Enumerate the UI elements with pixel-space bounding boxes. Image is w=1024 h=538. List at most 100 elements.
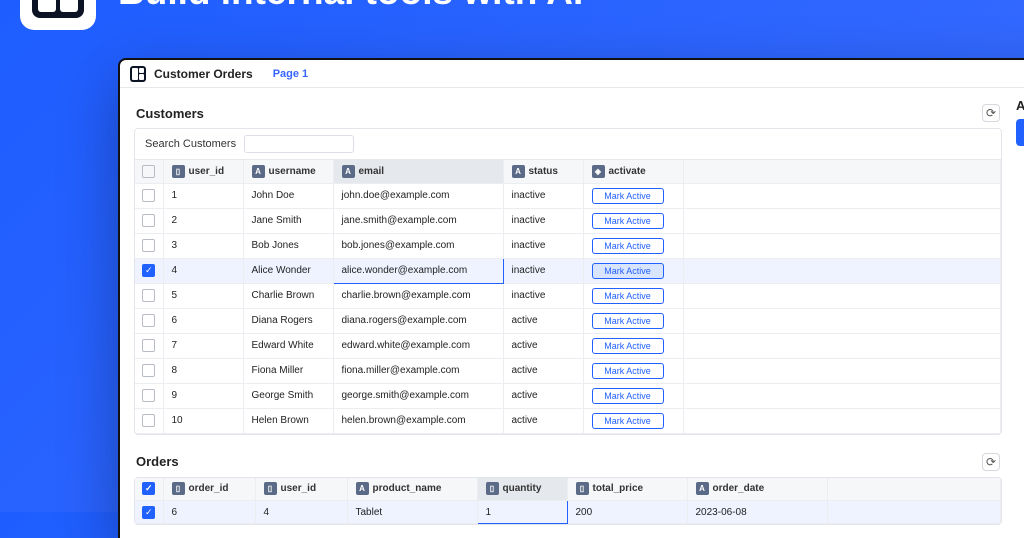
page-link[interactable]: Page 1 (273, 68, 308, 80)
order-id-header[interactable]: order_id (189, 483, 229, 494)
cell-status[interactable]: inactive (503, 183, 583, 208)
user-id-header[interactable]: user_id (189, 166, 225, 177)
table-row[interactable]: 5Charlie Browncharlie.brown@example.comi… (135, 283, 1001, 308)
cell-user-id[interactable]: 7 (163, 333, 243, 358)
mark-active-button[interactable]: Mark Active (592, 413, 664, 429)
cell-email[interactable]: alice.wonder@example.com (333, 258, 503, 283)
select-all-checkbox[interactable] (142, 165, 155, 178)
mark-active-button[interactable]: Mark Active (592, 263, 664, 279)
cell-status[interactable]: active (503, 383, 583, 408)
row-checkbox[interactable]: ✓ (142, 264, 155, 277)
row-checkbox[interactable] (142, 214, 155, 227)
mark-active-button[interactable]: Mark Active (592, 388, 664, 404)
cell-user-id[interactable]: 10 (163, 408, 243, 433)
cell-email[interactable]: helen.brown@example.com (333, 408, 503, 433)
cell-email[interactable]: charlie.brown@example.com (333, 283, 503, 308)
quantity-header[interactable]: quantity (503, 483, 542, 494)
row-checkbox[interactable] (142, 414, 155, 427)
table-row[interactable]: ✓ 64Tablet12002023-06-08 (135, 501, 1001, 524)
email-header[interactable]: email (359, 166, 385, 177)
row-checkbox[interactable] (142, 314, 155, 327)
cell-username[interactable]: Edward White (243, 333, 333, 358)
cell-user-id[interactable]: 4 (255, 501, 347, 524)
cell-email[interactable]: fiona.miller@example.com (333, 358, 503, 383)
cell-status[interactable]: active (503, 333, 583, 358)
cell-username[interactable]: Jane Smith (243, 208, 333, 233)
cell-status[interactable]: active (503, 308, 583, 333)
cell-username[interactable]: George Smith (243, 383, 333, 408)
cell-product-name[interactable]: Tablet (347, 501, 477, 524)
total-price-header[interactable]: total_price (593, 483, 644, 494)
refresh-orders-button[interactable]: ⟳ (982, 453, 1000, 471)
cell-user-id[interactable]: 1 (163, 183, 243, 208)
cell-status[interactable]: inactive (503, 233, 583, 258)
cell-username[interactable]: Helen Brown (243, 408, 333, 433)
refresh-customers-button[interactable]: ⟳ (982, 104, 1000, 122)
cell-email[interactable]: bob.jones@example.com (333, 233, 503, 258)
send-orders-button[interactable]: Send Orders (1016, 119, 1024, 146)
cell-username[interactable]: Fiona Miller (243, 358, 333, 383)
mark-active-button[interactable]: Mark Active (592, 363, 664, 379)
cell-user-id[interactable]: 4 (163, 258, 243, 283)
order-date-header[interactable]: order_date (713, 483, 765, 494)
mark-active-button[interactable]: Mark Active (592, 213, 664, 229)
cell-email[interactable]: edward.white@example.com (333, 333, 503, 358)
select-all-orders-checkbox[interactable]: ✓ (142, 482, 155, 495)
username-header[interactable]: username (269, 166, 316, 177)
row-checkbox[interactable] (142, 289, 155, 302)
cell-user-id[interactable]: 8 (163, 358, 243, 383)
row-checkbox[interactable] (142, 339, 155, 352)
table-row[interactable]: 2Jane Smithjane.smith@example.cominactiv… (135, 208, 1001, 233)
cell-total-price[interactable]: 200 (567, 501, 687, 524)
cell-status[interactable]: inactive (503, 283, 583, 308)
table-row[interactable]: 7Edward Whiteedward.white@example.comact… (135, 333, 1001, 358)
order-user-id-header[interactable]: user_id (281, 483, 317, 494)
cell-username[interactable]: Bob Jones (243, 233, 333, 258)
cell-order-date[interactable]: 2023-06-08 (687, 501, 827, 524)
cell-username[interactable]: Alice Wonder (243, 258, 333, 283)
cell-user-id[interactable]: 5 (163, 283, 243, 308)
status-header[interactable]: status (529, 166, 558, 177)
row-checkbox[interactable] (142, 239, 155, 252)
cell-email[interactable]: diana.rogers@example.com (333, 308, 503, 333)
table-row[interactable]: 10Helen Brownhelen.brown@example.comacti… (135, 408, 1001, 433)
row-checkbox[interactable]: ✓ (142, 506, 155, 519)
cell-username[interactable]: John Doe (243, 183, 333, 208)
mark-active-button[interactable]: Mark Active (592, 188, 664, 204)
mark-active-button[interactable]: Mark Active (592, 238, 664, 254)
cell-username[interactable]: Diana Rogers (243, 308, 333, 333)
table-row[interactable]: 3Bob Jonesbob.jones@example.cominactive M… (135, 233, 1001, 258)
cell-user-id[interactable]: 9 (163, 383, 243, 408)
product-name-header[interactable]: product_name (373, 483, 442, 494)
cell-order-id[interactable]: 6 (163, 501, 255, 524)
table-row[interactable]: ✓ 4Alice Wonderalice.wonder@example.comin… (135, 258, 1001, 283)
cell-quantity[interactable]: 1 (477, 501, 567, 524)
cell-activate: Mark Active (583, 233, 683, 258)
customers-table: ▯user_id Ausername Aemail Astatus ◈activ… (135, 160, 1001, 434)
table-row[interactable]: 6Diana Rogersdiana.rogers@example.comact… (135, 308, 1001, 333)
mark-active-button[interactable]: Mark Active (592, 288, 664, 304)
cell-status[interactable]: active (503, 358, 583, 383)
id-col-icon: ▯ (486, 482, 499, 495)
search-input[interactable] (244, 135, 354, 153)
table-row[interactable]: 8Fiona Millerfiona.miller@example.comact… (135, 358, 1001, 383)
row-checkbox[interactable] (142, 189, 155, 202)
cell-user-id[interactable]: 3 (163, 233, 243, 258)
cell-status[interactable]: inactive (503, 208, 583, 233)
cell-email[interactable]: john.doe@example.com (333, 183, 503, 208)
row-checkbox[interactable] (142, 389, 155, 402)
cell-email[interactable]: george.smith@example.com (333, 383, 503, 408)
cell-user-id[interactable]: 2 (163, 208, 243, 233)
row-checkbox[interactable] (142, 364, 155, 377)
mark-active-button[interactable]: Mark Active (592, 313, 664, 329)
table-row[interactable]: 1John Doejohn.doe@example.cominactive Mar… (135, 183, 1001, 208)
cell-email[interactable]: jane.smith@example.com (333, 208, 503, 233)
cell-username[interactable]: Charlie Brown (243, 283, 333, 308)
cell-activate: Mark Active (583, 333, 683, 358)
table-row[interactable]: 9George Smithgeorge.smith@example.comact… (135, 383, 1001, 408)
cell-status[interactable]: active (503, 408, 583, 433)
activate-header[interactable]: activate (609, 166, 646, 177)
mark-active-button[interactable]: Mark Active (592, 338, 664, 354)
cell-user-id[interactable]: 6 (163, 308, 243, 333)
cell-status[interactable]: inactive (503, 258, 583, 283)
